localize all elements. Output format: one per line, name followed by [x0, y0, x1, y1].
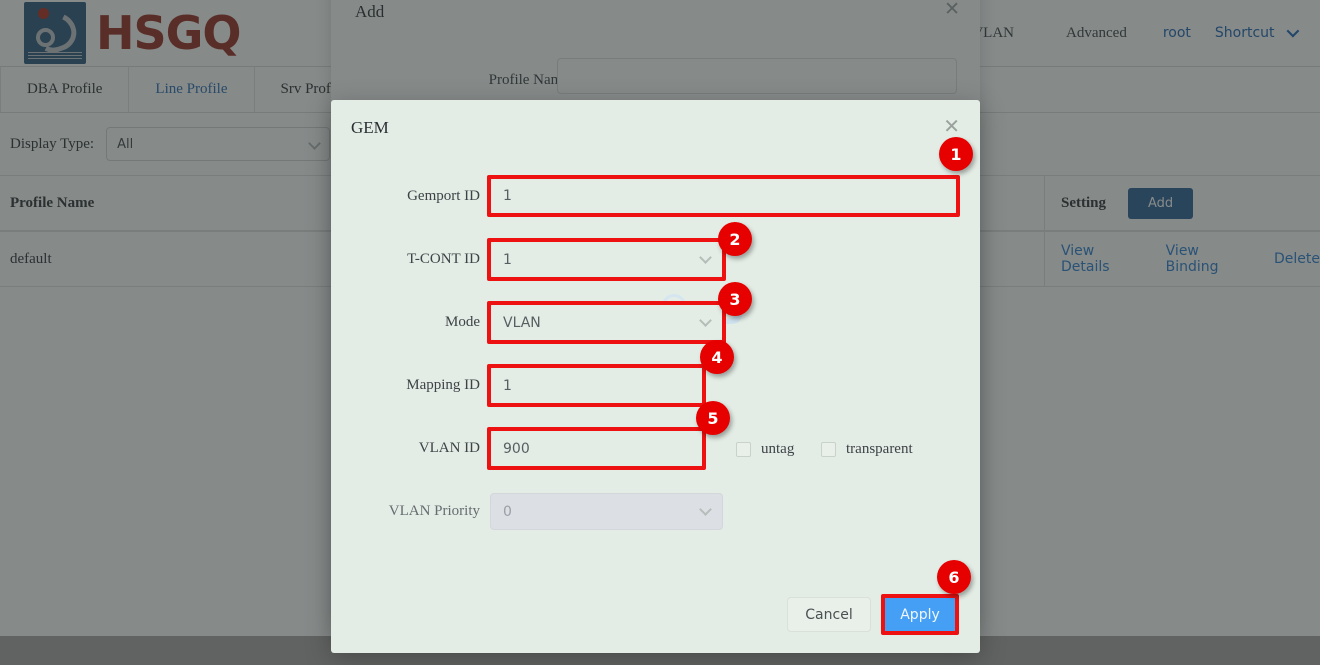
mapping-id-value: 1: [503, 378, 512, 394]
apply-button[interactable]: Apply: [884, 597, 956, 632]
chevron-down-icon: [699, 314, 712, 327]
annotation-badge-6: 6: [937, 560, 971, 594]
vlan-priority-value: 0: [503, 504, 512, 520]
chevron-down-icon: [699, 251, 712, 264]
checkbox-box-icon: [736, 442, 751, 457]
gem-dialog-title: GEM: [351, 118, 389, 138]
close-icon[interactable]: ✕: [943, 116, 960, 136]
mode-select[interactable]: VLAN: [490, 304, 723, 341]
vlan-id-label: VLAN ID: [348, 440, 480, 457]
mode-label: Mode: [348, 314, 480, 331]
transparent-checkbox[interactable]: transparent: [821, 441, 913, 458]
transparent-label: transparent: [846, 441, 913, 458]
mode-value: VLAN: [503, 315, 541, 331]
annotation-badge-1: 1: [939, 137, 973, 171]
tcont-id-select[interactable]: 1: [490, 241, 723, 278]
vlan-priority-select: 0: [490, 493, 723, 530]
mapping-id-label: Mapping ID: [348, 377, 480, 394]
mapping-id-input[interactable]: 1: [490, 367, 703, 404]
annotation-badge-3: 3: [718, 282, 752, 316]
annotation-badge-5: 5: [696, 401, 730, 435]
vlan-id-value: 900: [503, 441, 530, 457]
untag-checkbox[interactable]: untag: [736, 441, 794, 458]
annotation-badge-2: 2: [718, 222, 752, 256]
cancel-button[interactable]: Cancel: [787, 597, 871, 632]
checkbox-box-icon: [821, 442, 836, 457]
gemport-id-value: 1: [503, 188, 512, 204]
screenshot-root: HSGQ VLAN Advanced root Shortcut DBA Pro…: [0, 0, 1320, 665]
vlan-priority-label: VLAN Priority: [348, 503, 480, 520]
annotation-badge-4: 4: [700, 340, 734, 374]
gemport-id-label: Gemport ID: [348, 188, 480, 205]
chevron-down-icon: [699, 503, 712, 516]
tcont-id-label: T-CONT ID: [348, 251, 480, 268]
tcont-id-value: 1: [503, 252, 512, 268]
gemport-id-input[interactable]: 1: [490, 178, 957, 214]
untag-label: untag: [761, 441, 794, 458]
vlan-id-input[interactable]: 900: [490, 430, 703, 467]
